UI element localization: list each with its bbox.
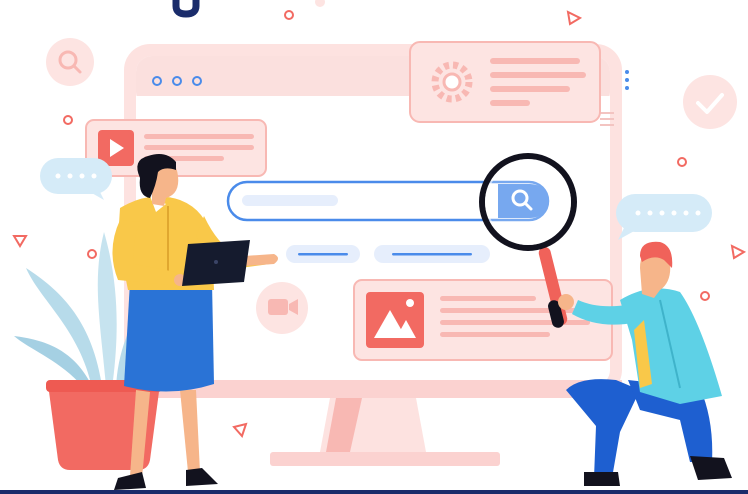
filter-pills [286, 245, 490, 263]
settings-card [409, 41, 601, 123]
video-camera-icon [256, 282, 308, 334]
logo-fragment [172, 0, 200, 18]
bottom-bar [0, 490, 748, 494]
decor-search-badge [46, 38, 94, 86]
chat-bubble-icon [616, 194, 712, 240]
decor-check-badge [683, 75, 737, 129]
search-illustration [0, 0, 748, 494]
menu-dots-icon [625, 70, 629, 90]
chat-bubble-left [40, 158, 112, 200]
illustration-canvas [0, 0, 748, 494]
image-card [353, 279, 613, 361]
